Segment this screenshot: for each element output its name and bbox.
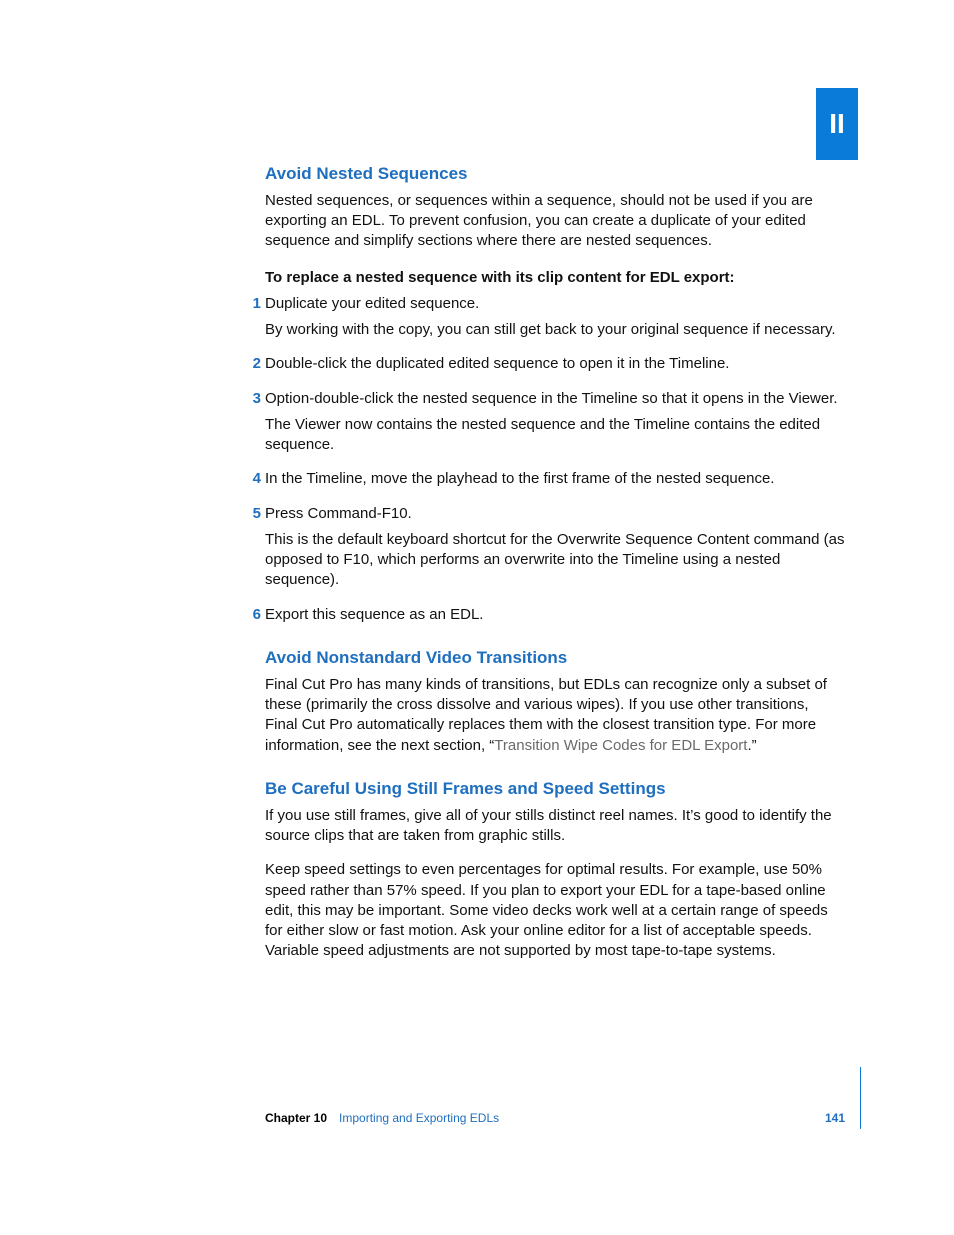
heading-avoid-nonstandard-transitions: Avoid Nonstandard Video Transitions [265,647,845,670]
heading-still-frames-speed: Be Careful Using Still Frames and Speed … [265,778,845,801]
step-body: Double-click the duplicated edited seque… [265,354,845,374]
step-number: 3 [245,389,261,409]
chapter-title: Importing and Exporting EDLs [339,1111,499,1125]
section3-p1: If you use still frames, give all of you… [265,806,845,847]
step-sub: The Viewer now contains the nested seque… [265,415,845,456]
page-number: 141 [825,1111,845,1125]
step-number: 5 [245,504,261,524]
page-footer: Chapter 10 Importing and Exporting EDLs … [265,1111,845,1125]
step-4: 4 In the Timeline, move the playhead to … [265,469,845,489]
step-number: 4 [245,469,261,489]
step-sub: By working with the copy, you can still … [265,320,845,340]
step-6: 6 Export this sequence as an EDL. [265,605,845,625]
section3-p2: Keep speed settings to even percentages … [265,860,845,961]
step-5: 5 Press Command-F10. This is the default… [265,504,845,591]
step-body: In the Timeline, move the playhead to th… [265,469,845,489]
task-intro: To replace a nested sequence with its cl… [265,268,845,288]
step-1: 1 Duplicate your edited sequence. By wor… [265,294,845,341]
step-3: 3 Option-double-click the nested sequenc… [265,389,845,456]
step-body: Option-double-click the nested sequence … [265,389,845,409]
step-number: 6 [245,605,261,625]
page-content: Avoid Nested Sequences Nested sequences,… [265,163,845,976]
part-tab: II [816,88,858,160]
section2-body-post: .” [747,737,756,754]
step-number: 1 [245,294,261,314]
chapter-label: Chapter 10 [265,1111,327,1125]
section-still-frames-speed: Be Careful Using Still Frames and Speed … [265,778,845,962]
step-sub: This is the default keyboard shortcut fo… [265,530,845,591]
footer-rule [860,1067,861,1129]
step-body: Export this sequence as an EDL. [265,605,845,625]
section-avoid-nonstandard: Avoid Nonstandard Video Transitions Fina… [265,647,845,756]
part-label: II [829,108,845,140]
step-2: 2 Double-click the duplicated edited seq… [265,354,845,374]
heading-avoid-nested-sequences: Avoid Nested Sequences [265,163,845,186]
footer-left: Chapter 10 Importing and Exporting EDLs [265,1111,499,1125]
step-number: 2 [245,354,261,374]
step-body: Duplicate your edited sequence. [265,294,845,314]
step-body: Press Command-F10. [265,504,845,524]
section1-intro: Nested sequences, or sequences within a … [265,191,845,252]
cross-reference-link[interactable]: Transition Wipe Codes for EDL Export [494,737,747,754]
section2-body: Final Cut Pro has many kinds of transiti… [265,675,845,756]
